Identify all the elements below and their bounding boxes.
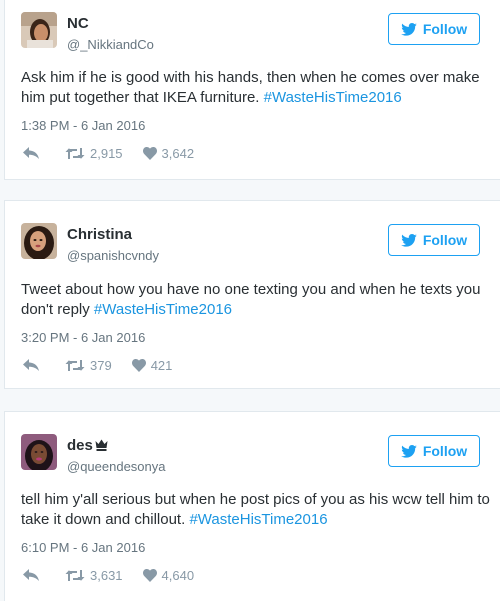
reply-button[interactable] [23,569,39,581]
retweet-count: 3,631 [90,567,123,583]
hashtag-link[interactable]: #WasteHisTime2016 [189,511,327,528]
avatar[interactable] [21,223,57,259]
follow-label: Follow [422,21,468,37]
bird-icon [401,233,417,247]
retweet-count: 2,915 [90,145,123,161]
tweet-actions: 379 421 [23,355,172,375]
username-handle[interactable]: @spanishcvndy [67,248,159,263]
like-count: 3,642 [161,145,195,161]
display-name[interactable]: NC [67,15,89,32]
display-name[interactable]: des [67,437,108,454]
crown-icon [95,439,108,451]
follow-label: Follow [422,232,468,248]
hashtag-link[interactable]: #WasteHisTime2016 [264,89,402,106]
tweet-card: NC @_NikkiandCo Follow Ask him if he is … [4,0,500,180]
username-handle[interactable]: @_NikkiandCo [67,37,154,52]
reply-icon [23,147,39,159]
retweet-count: 379 [90,357,112,373]
follow-button[interactable]: Follow [388,224,480,256]
retweet-button[interactable]: 2,915 [65,146,123,161]
avatar[interactable] [21,434,57,470]
tweet-actions: 2,915 3,642 [23,143,194,163]
follow-label: Follow [422,443,468,459]
follow-button[interactable]: Follow [388,435,480,467]
tweet-card: Christina @spanishcvndy Follow Tweet abo… [4,200,500,389]
reply-icon [23,569,39,581]
tweet-actions: 3,631 4,640 [23,565,194,585]
like-button[interactable]: 421 [131,357,173,373]
hashtag-link[interactable]: #WasteHisTime2016 [94,301,232,318]
timestamp[interactable]: 1:38 PM - 6 Jan 2016 [21,118,145,133]
heart-icon [142,146,157,160]
heart-icon [131,358,146,372]
retweet-button[interactable]: 379 [65,358,112,373]
tweet-text: Ask him if he is good with his hands, th… [21,68,491,108]
timestamp[interactable]: 6:10 PM - 6 Jan 2016 [21,540,145,555]
tweet-text: tell him y'all serious but when he post … [21,490,491,530]
like-count: 421 [150,357,173,373]
retweet-icon [65,359,85,371]
username-handle[interactable]: @queendesonya [67,459,166,474]
like-count: 4,640 [161,567,195,583]
tweet-body: Ask him if he is good with his hands, th… [21,69,480,106]
tweet-body: Tweet about how you have no one texting … [21,281,481,318]
tweet-card: des @queendesonya Follow tell him y'all … [4,411,500,601]
display-name[interactable]: Christina [67,226,132,243]
retweet-icon [65,569,85,581]
avatar[interactable] [21,12,57,48]
like-button[interactable]: 4,640 [142,567,195,583]
reply-button[interactable] [23,147,39,159]
heart-icon [142,568,157,582]
bird-icon [401,444,417,458]
retweet-button[interactable]: 3,631 [65,568,123,583]
retweet-icon [65,147,85,159]
display-name-text: des [67,437,93,454]
follow-button[interactable]: Follow [388,13,480,45]
tweet-text: Tweet about how you have no one texting … [21,280,491,320]
timestamp[interactable]: 3:20 PM - 6 Jan 2016 [21,330,145,345]
reply-button[interactable] [23,359,39,371]
like-button[interactable]: 3,642 [142,145,195,161]
bird-icon [401,22,417,36]
reply-icon [23,359,39,371]
